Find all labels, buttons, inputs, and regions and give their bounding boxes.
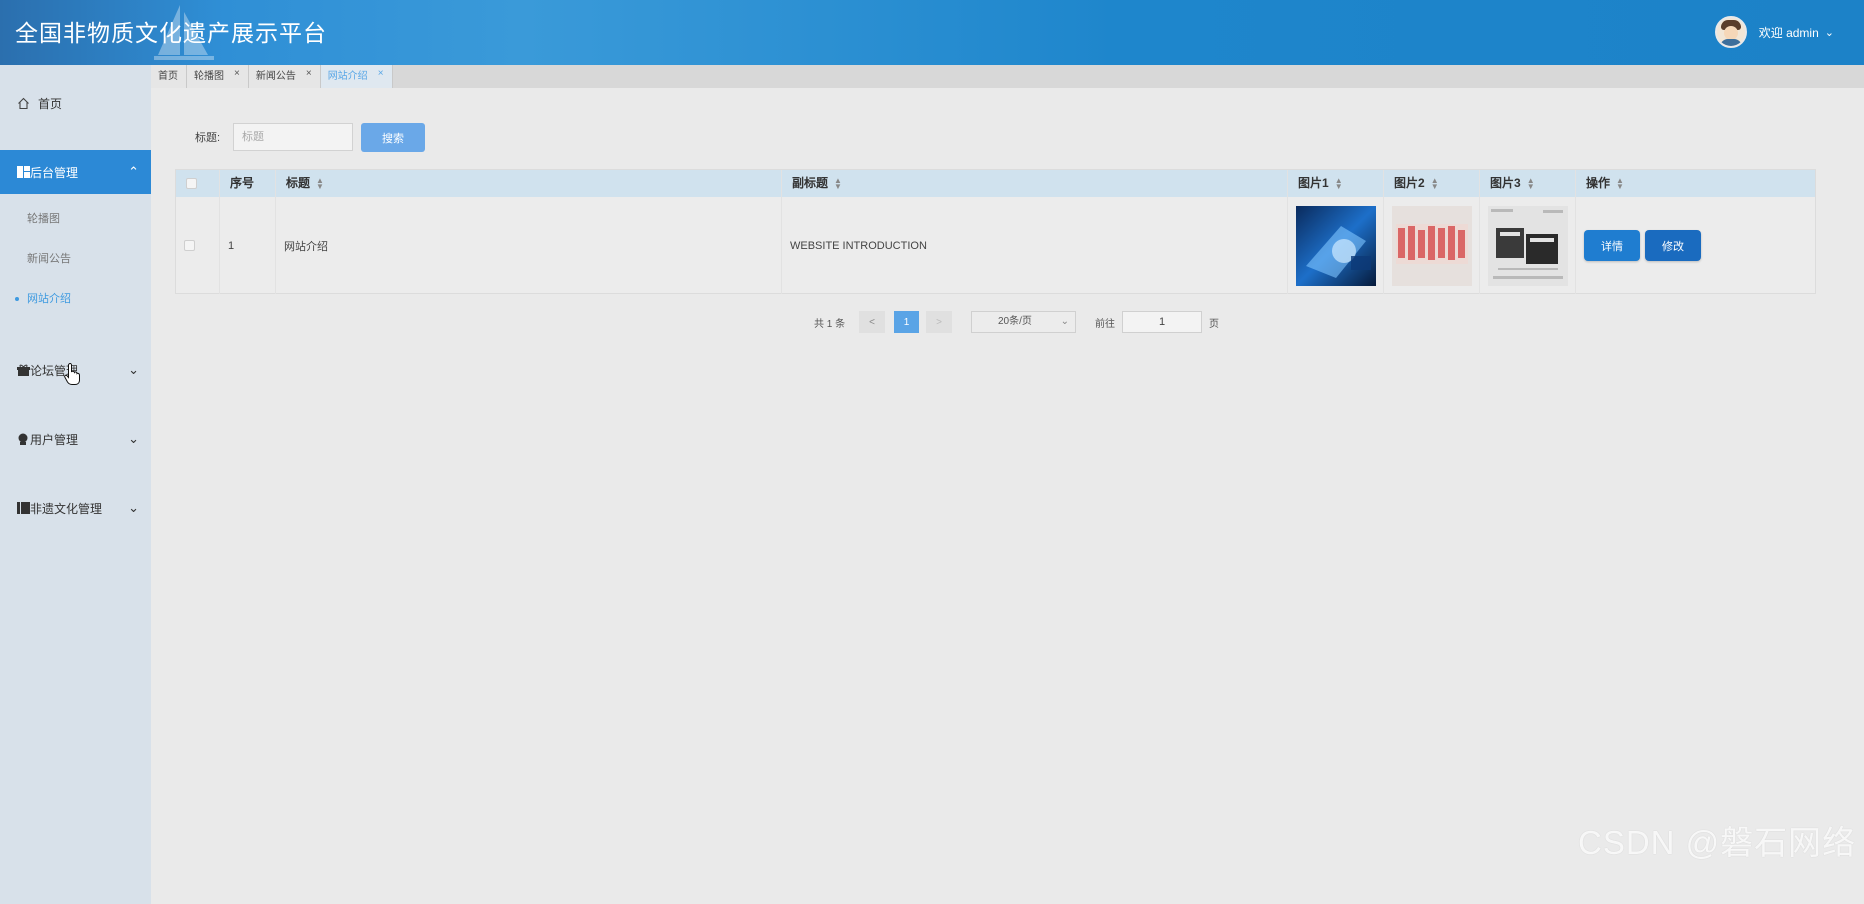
title-search-input[interactable] [233,123,353,151]
tab-bar: 首页 轮播图 × 新闻公告 × 网站介绍 × [151,65,1864,88]
welcome-text[interactable]: 欢迎 admin [1759,24,1819,41]
sidebar-item-news[interactable]: 新闻公告 [0,248,151,270]
column-header-image2[interactable]: 图片2 ▲ ▼ [1384,170,1480,197]
sort-icon[interactable]: ▲ ▼ [1616,176,1624,190]
grid-icon [16,165,30,179]
hand-cursor-icon [64,363,80,385]
avatar[interactable] [1714,16,1747,48]
cell-image1 [1288,197,1384,294]
edit-button[interactable]: 修改 [1645,230,1701,261]
row-checkbox[interactable] [184,240,195,251]
sidebar-group-label: 用户管理 [30,432,79,447]
chevron-up-icon: ⌃ [128,164,139,179]
table-header: 序号 标题 ▲ ▼ 副标题 ▲ ▼ 图片1 ▲ ▼ 图片2 ▲ ▼ 图片3 ▲ ▼ 操作 ▲ ▼ [176,170,1815,197]
sidebar-item-home[interactable]: 首页 [0,81,151,125]
sidebar-group-label: 后台管理 [30,165,79,180]
sort-icon[interactable]: ▲ ▼ [1335,176,1343,190]
gift-icon [16,363,30,377]
thumbnail-image-3[interactable] [1488,205,1568,286]
sidebar-item-carousel[interactable]: 轮播图 [0,208,151,230]
tab-home[interactable]: 首页 [151,65,187,88]
pagination-total: 共 1 条 [814,319,846,330]
column-header-image3[interactable]: 图片3 ▲ ▼ [1480,170,1576,197]
search-label: 标题: [195,132,221,144]
cell-title: 网站介绍 [276,197,782,294]
prev-page-button[interactable]: < [859,311,885,333]
chevron-down-icon: ⌄ [128,362,139,377]
thumbnail-image-1[interactable] [1296,205,1376,286]
sort-icon[interactable]: ▲ ▼ [1431,176,1439,190]
close-icon[interactable]: × [378,68,384,79]
tab-news[interactable]: 新闻公告 × [248,65,321,88]
sort-icon[interactable]: ▲ ▼ [316,176,324,190]
user-icon [16,432,30,446]
tab-carousel[interactable]: 轮播图 × [187,65,249,88]
page-size-select[interactable]: 20条/页 ⌄ [971,311,1076,333]
goto-page-input[interactable] [1122,311,1202,333]
page-size-value: 20条/页 [998,316,1032,327]
chevron-down-icon: ⌄ [1060,316,1069,327]
column-header-index: 序号 [220,170,276,197]
search-button[interactable]: 搜索 [361,123,425,152]
column-header-title[interactable]: 标题 ▲ ▼ [276,170,782,197]
tab-label: 首页 [158,71,178,82]
sidebar-group-heritage[interactable]: 非遗文化管理 ⌄ [0,486,151,530]
data-table: 序号 标题 ▲ ▼ 副标题 ▲ ▼ 图片1 ▲ ▼ 图片2 ▲ ▼ 图片3 ▲ ▼ 操作 ▲ ▼ 1 网… [175,169,1816,294]
close-icon[interactable]: × [234,68,240,79]
cell-actions: 详情 修改 [1576,197,1815,294]
app-title: 全国非物质文化遗产展示平台 [15,20,327,46]
tab-label: 网站介绍 [327,71,368,82]
sort-icon[interactable]: ▲ ▼ [1527,176,1535,190]
column-header-subtitle[interactable]: 副标题 ▲ ▼ [782,170,1288,197]
tab-site-intro[interactable]: 网站介绍 × [320,65,393,88]
chevron-down-icon: ⌄ [128,431,139,446]
close-icon[interactable]: × [306,68,312,79]
home-icon [16,96,30,110]
goto-label: 前往 [1095,319,1115,330]
page-suffix-label: 页 [1209,319,1219,330]
watermark: CSDN @磐石网络 [1578,824,1857,861]
page-number-button[interactable]: 1 [894,311,919,333]
chevron-down-icon: ⌄ [128,500,139,515]
select-all-checkbox[interactable] [186,178,197,189]
cell-image2 [1384,197,1480,294]
cell-index: 1 [220,197,276,294]
select-all-cell [176,170,220,197]
row-select-cell [176,197,220,294]
column-header-actions[interactable]: 操作 ▲ ▼ [1576,170,1815,197]
user-menu[interactable]: 欢迎 admin ⌄ [1714,16,1834,48]
column-header-image1[interactable]: 图片1 ▲ ▼ [1288,170,1384,197]
cell-subtitle: WEBSITE INTRODUCTION [782,197,1288,294]
sidebar: 首页 后台管理 ⌃ 轮播图 新闻公告 网站介绍 论坛管理 ⌄ 用户管理 ⌄ 非遗… [0,65,151,904]
sort-icon[interactable]: ▲ ▼ [834,176,842,190]
sidebar-item-site-intro[interactable]: 网站介绍 [0,288,151,310]
app-header: 全国非物质文化遗产展示平台 欢迎 admin ⌄ [0,0,1864,65]
thumbnail-image-2[interactable] [1392,205,1472,286]
sidebar-group-users[interactable]: 用户管理 ⌄ [0,417,151,461]
sidebar-item-label: 首页 [38,96,63,111]
sidebar-group-backend[interactable]: 后台管理 ⌃ [0,150,151,194]
next-page-button[interactable]: > [926,311,952,333]
tab-label: 新闻公告 [255,71,296,82]
detail-button[interactable]: 详情 [1584,230,1640,261]
cell-image3 [1480,197,1576,294]
book-icon [16,501,30,515]
sidebar-group-label: 非遗文化管理 [30,501,103,516]
chevron-down-icon[interactable]: ⌄ [1825,26,1834,39]
tab-label: 轮播图 [194,71,224,82]
